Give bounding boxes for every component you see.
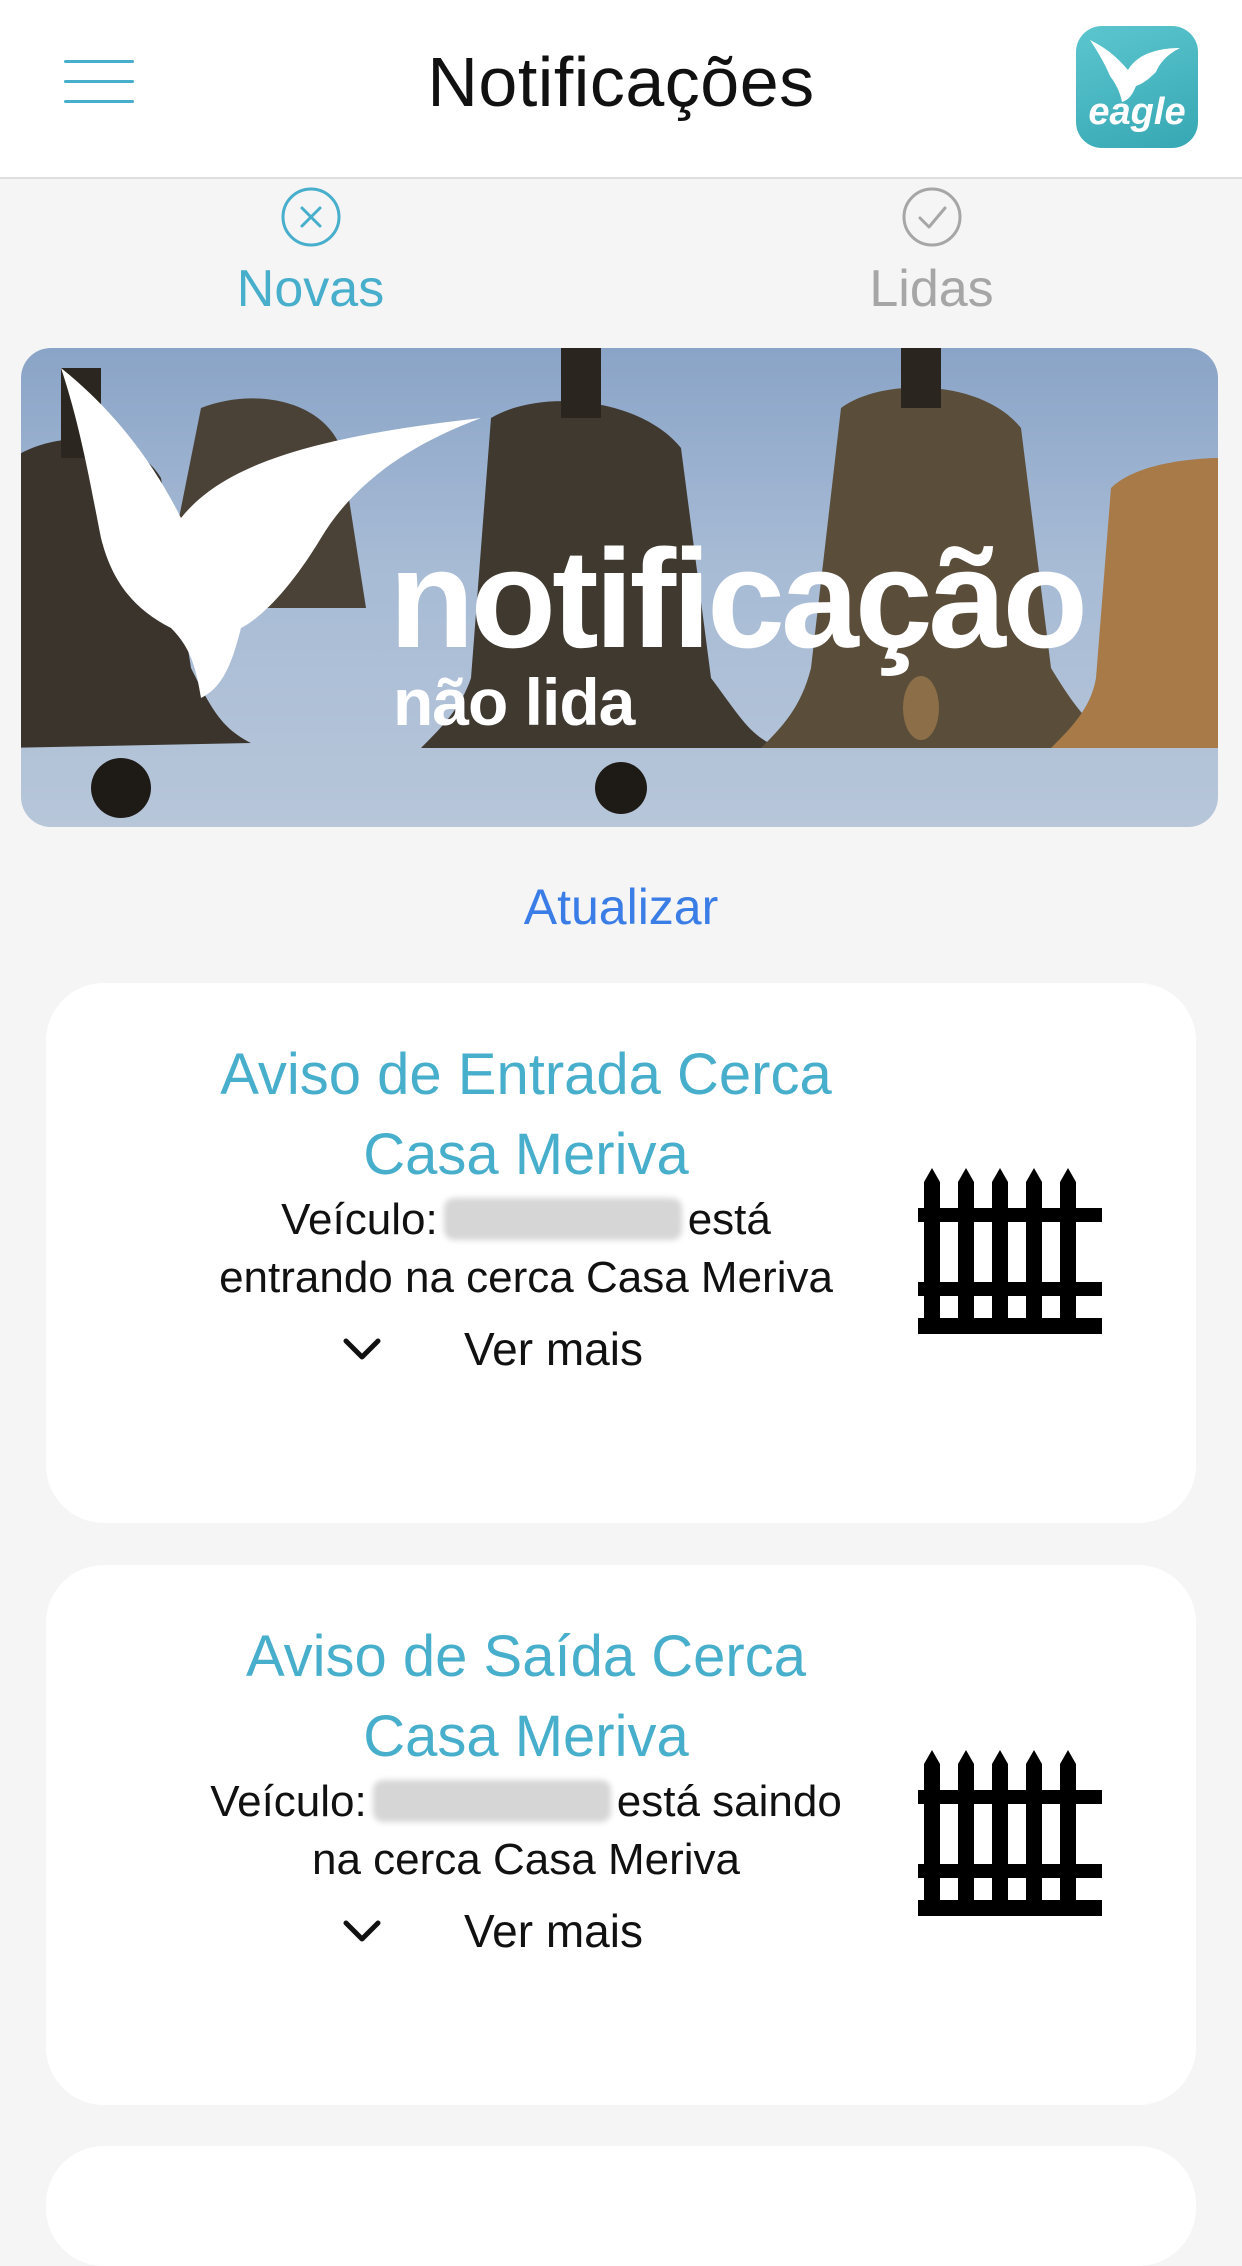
notification-card[interactable]: Aviso de Saída Cerca Casa Meriva Veículo…: [46, 1565, 1196, 2105]
message-line: na cerca Casa Meriva: [312, 1835, 740, 1884]
message-suffix: está: [687, 1195, 771, 1244]
tab-novas[interactable]: Novas: [0, 179, 621, 329]
notification-card-partial[interactable]: [46, 2146, 1196, 2266]
title-line: Aviso de Saída Cerca: [246, 1624, 806, 1689]
see-more-label: Ver mais: [464, 1905, 643, 1957]
message-line: entrando na cerca Casa Meriva: [219, 1253, 833, 1302]
chevron-down-icon: [343, 1338, 381, 1360]
banner-title: notificação: [389, 520, 1088, 677]
title-line: Casa Meriva: [363, 1122, 689, 1187]
notification-card[interactable]: Aviso de Entrada Cerca Casa Meriva Veícu…: [46, 983, 1196, 1523]
logo-text: eagle: [1088, 91, 1186, 133]
notification-title: Aviso de Saída Cerca Casa Meriva: [126, 1617, 926, 1777]
app-header: Notificações eagle: [0, 0, 1242, 179]
notification-message: Veículo: está saindo na cerca Casa Meriva: [126, 1773, 926, 1889]
message-suffix: está saindo: [616, 1777, 842, 1826]
title-line: Casa Meriva: [363, 1704, 689, 1769]
notification-title: Aviso de Entrada Cerca Casa Meriva: [126, 1035, 926, 1195]
check-circle-icon: [902, 187, 961, 247]
chevron-down-icon: [343, 1920, 381, 1942]
tab-label: Novas: [236, 260, 385, 318]
see-more-label: Ver mais: [464, 1323, 643, 1375]
title-line: Aviso de Entrada Cerca: [220, 1042, 832, 1107]
redacted-plate: [372, 1780, 611, 1822]
page-title: Notificações: [427, 43, 815, 121]
banner-subtitle: não lida: [393, 665, 635, 739]
unread-notification-banner: notificação não lida: [21, 348, 1218, 827]
notification-message: Veículo: está entrando na cerca Casa Meri…: [126, 1191, 926, 1307]
notification-tabs: Novas Lidas: [0, 179, 1242, 329]
vehicle-label: Veículo:: [210, 1777, 367, 1826]
fence-icon: [918, 1750, 1102, 1916]
tab-lidas[interactable]: Lidas: [621, 179, 1242, 329]
refresh-button[interactable]: Atualizar: [0, 878, 1242, 936]
vehicle-label: Veículo:: [281, 1195, 438, 1244]
redacted-plate: [443, 1198, 682, 1240]
x-circle-icon: [281, 187, 340, 247]
tab-label: Lidas: [869, 260, 994, 318]
fence-icon: [918, 1168, 1102, 1334]
eagle-route-logo: eagle: [1076, 26, 1198, 148]
